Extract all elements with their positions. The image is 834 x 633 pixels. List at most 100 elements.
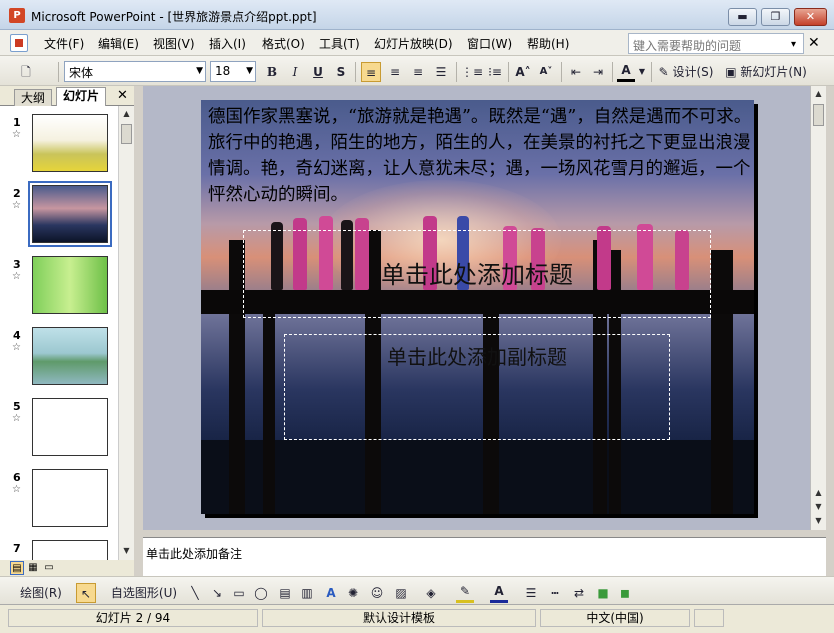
menu-insert[interactable]: 插入(I) [209,35,246,52]
oval-icon[interactable]: ◯ [252,583,270,603]
menu-view[interactable]: 视图(V) [153,35,195,52]
wordart-icon[interactable]: A [322,583,340,603]
clipart-icon[interactable]: ☺ [368,583,386,603]
new-slide-button[interactable]: ▣ 新幻灯片(N) [724,62,808,82]
font-color-icon[interactable]: A [490,583,508,603]
menu-slideshow[interactable]: 幻灯片放映(D) [374,35,453,52]
close-document-button[interactable]: ✕ [808,35,820,51]
chevron-down-icon[interactable]: ▼ [637,62,647,82]
slide-thumbnail-7[interactable]: 7 [0,538,118,560]
line-icon[interactable]: ╲ [186,583,204,603]
menu-file[interactable]: 文件(F) [44,35,84,52]
slide-scrollbar[interactable]: ▲ ▲ ▼ ▼ [810,86,826,530]
bold-button[interactable]: B [264,62,280,82]
menu-window[interactable]: 窗口(W) [467,35,512,52]
slide-thumbnail-1[interactable]: 1 ☆ [0,112,118,178]
menu-edit[interactable]: 编辑(E) [98,35,139,52]
vertical-textbox-icon[interactable]: ▥ [298,583,316,603]
font-size-select[interactable]: 18 ▼ [210,61,256,82]
slideshow-icon[interactable]: ▭ [42,561,56,575]
subtitle-placeholder[interactable]: 单击此处添加副标题 [284,334,670,440]
star-icon: ☆ [12,413,21,424]
shadow-button[interactable]: S [333,62,349,82]
maximize-button[interactable]: ❐ [761,8,790,26]
scroll-up-icon[interactable]: ▲ [812,87,825,100]
status-language: 中文(中国) [540,609,690,627]
close-window-button[interactable]: ✕ [794,8,827,26]
next-slide-icon[interactable]: ▼ [812,500,825,513]
scroll-thumb[interactable] [121,124,132,144]
dash-style-icon[interactable]: ┅ [546,583,564,603]
design-button[interactable]: ✎ 设计(S) [656,62,716,82]
select-objects-icon[interactable]: ↖ [76,583,96,603]
grow-font-button[interactable]: A˄ [512,62,534,82]
draw-menu-button[interactable]: 绘图(R) [10,583,72,603]
fill-color-icon[interactable]: ◈ [422,583,440,603]
tree-silhouette [201,440,754,514]
italic-button[interactable]: I [287,62,303,82]
shadow-style-icon[interactable]: ■ [594,583,612,603]
slide-body-text[interactable]: 德国作家黑塞说，“旅游就是艳遇”。既然是“遇”，自然是遇而不可求。旅行中的艳遇，… [208,104,754,208]
thumbnail-image [32,256,108,314]
textbox-icon[interactable]: ▤ [276,583,294,603]
autoshapes-button[interactable]: 自选图形(U) [104,583,184,603]
3d-style-icon[interactable]: ◼ [616,583,634,603]
thumbnail-image [32,398,108,456]
menu-tools[interactable]: 工具(T) [319,35,360,52]
powerpoint-icon: P [9,8,25,23]
notes-pane[interactable]: 单击此处添加备注 [143,537,826,576]
font-color-button[interactable]: A [617,62,635,82]
slide-thumbnail-2[interactable]: 2 ☆ [0,181,118,249]
status-template: 默认设计模板 [262,609,536,627]
normal-view-icon[interactable]: ▤ [10,561,24,575]
help-dropdown-icon[interactable]: ▾ [791,39,796,50]
distribute-button[interactable]: ☰ [431,62,451,82]
increase-indent-button[interactable]: ⇥ [588,62,608,82]
drawing-toolbar: 绘图(R) ↖ 自选图形(U) ╲ ↘ ▭ ◯ ▤ ▥ A ✺ ☺ ▨ ◈ ✎ … [0,576,834,604]
slide-thumbnail-4[interactable]: 4 ☆ [0,325,118,391]
menu-help[interactable]: 帮助(H) [527,35,569,52]
align-center-button[interactable]: ≡ [385,62,405,82]
scroll-thumb[interactable] [813,104,824,126]
tab-outline[interactable]: 大纲 [14,89,53,106]
close-pane-button[interactable]: ✕ [117,88,128,103]
chevron-down-icon: ▼ [246,66,253,76]
line-color-icon[interactable]: ✎ [456,583,474,603]
bullets-button[interactable]: ⁝≡ [484,62,506,82]
scroll-down-icon[interactable]: ▼ [120,544,133,557]
font-name-select[interactable]: 宋体 ▼ [64,61,206,82]
slide-sorter-icon[interactable]: ▦ [26,561,40,575]
title-placeholder[interactable]: 单击此处添加标题 [243,230,711,318]
new-document-icon[interactable]: 🗋 [16,62,36,82]
previous-slide-icon[interactable]: ▲ [812,486,825,499]
underline-button[interactable]: U [310,62,326,82]
scroll-down-icon[interactable]: ▼ [812,514,825,527]
view-buttons: ▤ ▦ ▭ [0,560,134,576]
decrease-indent-button[interactable]: ⇤ [566,62,586,82]
slide-thumbnail-3[interactable]: 3 ☆ [0,254,118,320]
slides-pane: 大纲 幻灯片 ✕ 1 ☆ 2 ☆ 3 ☆ 4 ☆ 5 ☆ 6 ☆ 7 ▲ ▼ [0,86,134,560]
numbering-button[interactable]: ⋮≡ [461,62,483,82]
minimize-button[interactable]: ▬ [728,8,757,26]
shrink-font-button[interactable]: A˅ [535,62,557,82]
scroll-up-icon[interactable]: ▲ [120,107,133,120]
slide-thumbnail-5[interactable]: 5 ☆ [0,396,118,462]
help-search-input[interactable]: 键入需要帮助的问题 [628,33,804,54]
slide-thumbnail-6[interactable]: 6 ☆ [0,467,118,533]
thumbnail-image [28,181,112,247]
new-slide-icon: ▣ [725,65,737,79]
thumbnail-scrollbar[interactable]: ▲ ▼ [118,106,134,560]
window-title: Microsoft PowerPoint - [世界旅游景点介绍ppt.ppt] [31,10,317,24]
slide-canvas[interactable]: 德国作家黑塞说，“旅游就是艳遇”。既然是“遇”，自然是遇而不可求。旅行中的艳遇，… [201,100,754,514]
arrow-style-icon[interactable]: ⇄ [570,583,588,603]
diagram-icon[interactable]: ✺ [344,583,362,603]
tab-slides[interactable]: 幻灯片 [56,87,107,106]
menu-format[interactable]: 格式(O) [262,35,305,52]
star-icon: ☆ [12,129,21,140]
line-style-icon[interactable]: ☰ [522,583,540,603]
rectangle-icon[interactable]: ▭ [230,583,248,603]
align-left-button[interactable]: ≡ [361,62,381,82]
picture-icon[interactable]: ▨ [392,583,410,603]
align-right-button[interactable]: ≡ [408,62,428,82]
arrow-icon[interactable]: ↘ [208,583,226,603]
